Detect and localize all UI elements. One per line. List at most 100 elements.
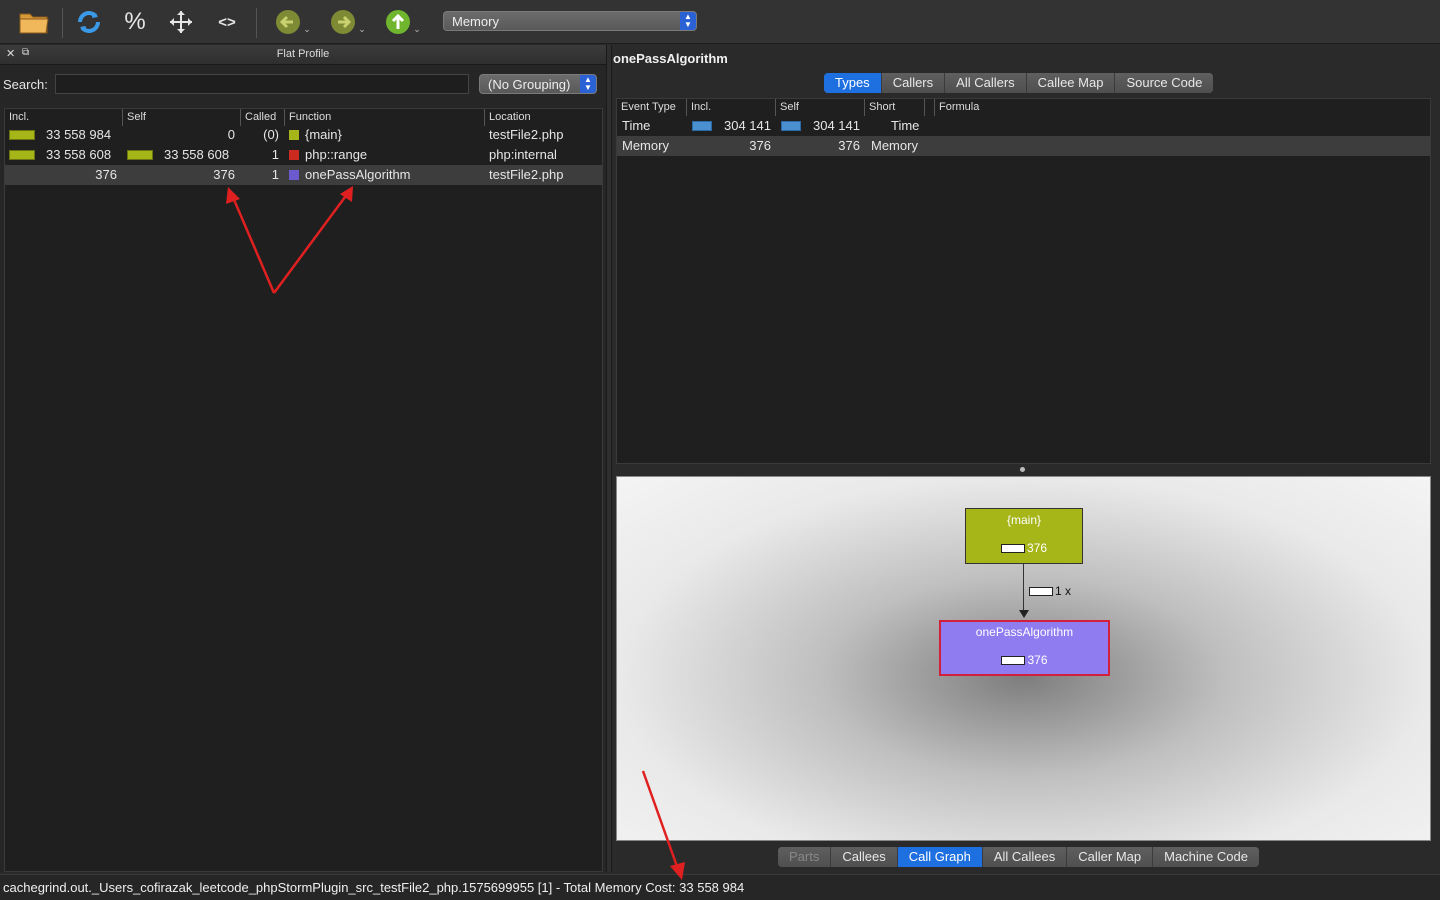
folder-icon [19,13,49,34]
graph-node-onepassalgorithm[interactable]: onePassAlgorithm 376 [939,620,1110,676]
table-row[interactable]: 33 558 608 33 558 608 1 php::range php:i… [5,145,602,165]
short-value: Memory [871,138,918,153]
called-value: 1 [271,147,279,162]
chevron-down-icon: ⌄ [303,23,311,34]
back-arrow-icon [276,10,301,34]
event-type-select[interactable]: Memory ▲ ▼ [443,11,697,31]
function-name: onePassAlgorithm [289,167,411,182]
incl-value: 33 558 984 [46,127,112,142]
column-header-event-type[interactable]: Event Type [617,99,687,116]
incl-cost-bar [9,130,35,140]
code-view-button[interactable]: <> [208,5,246,39]
self-cost-bar [127,150,153,160]
splitter-handle-icon [1020,467,1025,472]
node-cost: 376 [966,541,1082,555]
column-header-short[interactable]: Short [865,99,925,116]
percent-button[interactable]: % [116,5,154,39]
forward-arrow-icon [331,10,356,34]
node-cost: 376 [941,653,1108,667]
up-button[interactable]: ⌄ [380,5,426,39]
select-stepper-icon: ▲ ▼ [680,12,696,30]
cost-bar [1001,656,1026,665]
flat-profile-table: Incl. Self Called Function Location 33 5… [4,108,603,872]
event-type-value: Time [622,118,651,133]
self-value: 376 [838,138,860,153]
tab-machine-code[interactable]: Machine Code [1153,847,1259,867]
function-color-swatch [289,170,299,180]
call-edge[interactable] [1023,564,1024,612]
short-value: Time [891,118,920,133]
flat-profile-titlebar: ✕ ⧉ Flat Profile [0,45,606,65]
tab-callees[interactable]: Callees [831,847,898,867]
incl-cost-bar [692,121,712,131]
column-divider [925,99,935,116]
column-header-incl[interactable]: Incl. [5,109,123,126]
grouping-select[interactable]: (No Grouping) ▲ ▼ [479,74,597,94]
event-type-value: Memory [622,138,669,153]
column-header-formula[interactable]: Formula [935,99,1430,116]
table-row-selected[interactable]: 376 376 1 onePassAlgorithm testFile2.php [5,165,602,185]
status-text: cachegrind.out._Users_cofirazak_leetcode… [3,880,745,895]
node-label: {main} [1006,513,1042,527]
up-arrow-icon [386,10,411,34]
incl-value: 33 558 608 [46,147,112,162]
toolbar: % <> ⌄ ⌄ ⌄ Memory ▲ ▼ [0,0,1440,44]
function-name: {main} [289,127,342,142]
incl-value: 304 141 [724,118,771,133]
incl-value: 376 [749,138,771,153]
column-header-called[interactable]: Called [241,109,285,126]
self-value: 376 [213,167,235,182]
grouping-value: (No Grouping) [488,77,571,92]
location-value: testFile2.php [489,167,564,182]
tab-types[interactable]: Types [824,73,882,93]
tab-caller-map[interactable]: Caller Map [1067,847,1154,867]
tab-parts[interactable]: Parts [778,847,832,867]
column-header-incl[interactable]: Incl. [687,99,776,116]
tab-callers[interactable]: Callers [881,73,946,93]
select-stepper-icon: ▲ ▼ [580,75,596,93]
forward-button[interactable]: ⌄ [325,5,371,39]
tab-callee-map[interactable]: Callee Map [1026,73,1116,93]
edge-arrowhead-icon [1019,610,1029,618]
node-label: onePassAlgorithm [975,625,1074,639]
self-value: 304 141 [813,118,860,133]
refresh-icon [78,11,100,33]
incl-cost-bar [9,150,35,160]
search-label: Search: [3,77,48,92]
code-icon: <> [218,13,236,31]
back-button[interactable]: ⌄ [270,5,316,39]
incl-value: 376 [95,167,117,182]
selected-function-title: onePassAlgorithm [613,51,728,66]
table-row[interactable]: 33 558 984 0 (0) {main} testFile2.php [5,125,602,145]
table-row[interactable]: Time 304 141 304 141 Time [617,116,1430,136]
call-graph-canvas[interactable]: {main} 376 1 x onePassAlgorithm 376 [616,476,1431,841]
column-header-self[interactable]: Self [123,109,241,126]
table-row-selected[interactable]: Memory 376 376 Memory [617,136,1430,156]
function-name: php::range [289,147,367,162]
tab-all-callers[interactable]: All Callers [945,73,1027,93]
self-value: 0 [227,127,235,142]
function-color-swatch [289,150,299,160]
tab-call-graph[interactable]: Call Graph [897,847,983,867]
move-button[interactable] [162,5,200,39]
open-folder-button[interactable] [14,5,54,39]
tab-source-code[interactable]: Source Code [1115,73,1214,93]
top-tab-bar: Types Callers All Callers Callee Map Sou… [824,73,1214,93]
column-header-location[interactable]: Location [485,109,602,126]
function-color-swatch [289,130,299,140]
location-value: testFile2.php [489,127,564,142]
edge-label: 1 x [1029,584,1071,598]
cost-bar [1000,544,1025,553]
column-header-self[interactable]: Self [776,99,865,116]
reload-button[interactable] [70,5,108,39]
called-value: (0) [263,127,279,142]
chevron-down-icon: ⌄ [358,23,366,34]
tab-all-callees[interactable]: All Callees [982,847,1068,867]
horizontal-splitter[interactable] [612,464,1440,474]
cost-bar [1029,587,1053,596]
bottom-tab-bar: Parts Callees Call Graph All Callees Cal… [778,847,1259,867]
column-header-function[interactable]: Function [285,109,485,126]
graph-node-main[interactable]: {main} 376 [965,508,1083,564]
event-type-value: Memory [452,14,499,29]
search-input[interactable] [55,74,469,94]
